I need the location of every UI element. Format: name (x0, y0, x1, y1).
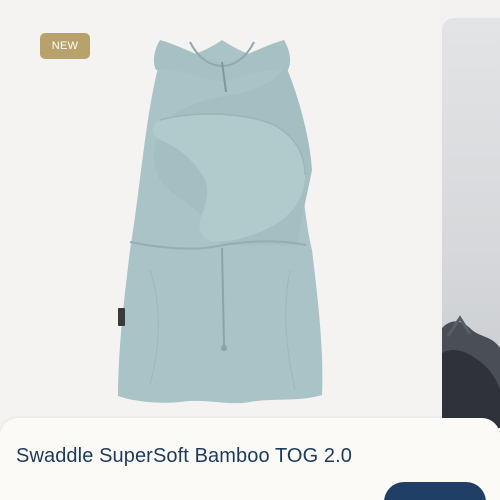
new-badge: NEW (40, 33, 90, 59)
next-product-image[interactable] (442, 18, 500, 428)
product-screen: NEW Swaddle SuperSoft Bamboo TOG 2.0 (0, 0, 500, 500)
product-image[interactable]: NEW (0, 0, 440, 420)
product-info-card: Swaddle SuperSoft Bamboo TOG 2.0 (0, 418, 500, 500)
swaddle-sack-image (118, 40, 323, 404)
add-to-cart-button[interactable] (384, 482, 486, 500)
product-title[interactable]: Swaddle SuperSoft Bamboo TOG 2.0 (16, 442, 376, 470)
carousel-next-image (442, 315, 500, 428)
